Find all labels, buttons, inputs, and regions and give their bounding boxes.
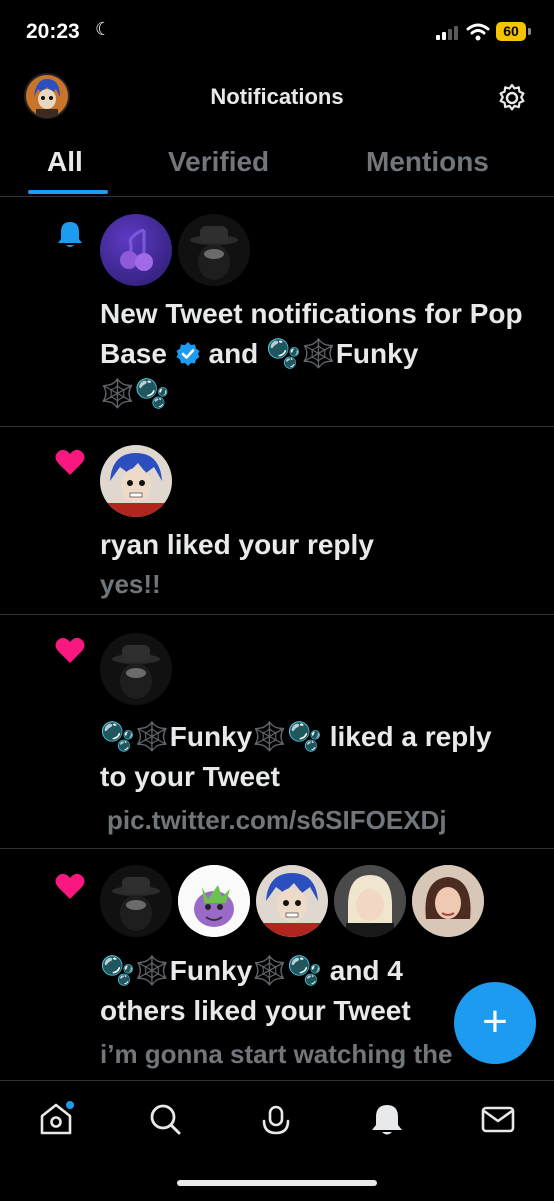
notification-text: ryan liked your reply	[100, 529, 374, 560]
home-icon[interactable]	[36, 1099, 76, 1139]
avatar-ryan[interactable]	[100, 445, 172, 517]
signal-icon	[436, 26, 458, 40]
bubbles-icon: 🫧	[287, 955, 322, 986]
battery-indicator: 60	[496, 22, 526, 41]
spider-web-icon: 🕸️	[300, 338, 336, 369]
avatar-funky[interactable]	[178, 214, 250, 286]
bubbles-icon: 🫧	[287, 721, 322, 752]
notification-item[interactable]: 🫧🕸️Funky🕸️🫧 liked a reply to your Tweet …	[0, 615, 554, 849]
bell-icon	[58, 222, 82, 247]
bubbles-icon: 🫧	[100, 955, 135, 986]
avatar-funky[interactable]	[100, 633, 172, 705]
notification-text: 🫧🕸️Funky🕸️🫧 liked a reply to your Tweet	[100, 721, 492, 792]
active-tab-indicator	[28, 190, 108, 194]
notification-preview-link[interactable]: pic.twitter.com/s6SIFOEXDj	[107, 805, 447, 836]
notification-preview: i’m gonna start watching the	[100, 1039, 453, 1069]
avatar-pop-base[interactable]	[100, 214, 172, 286]
heart-icon	[55, 637, 85, 663]
plus-icon: +	[482, 997, 508, 1046]
notifications-icon[interactable]	[367, 1099, 407, 1139]
avatar-user-2[interactable]	[178, 865, 250, 937]
messages-icon[interactable]	[478, 1099, 518, 1139]
moon-icon: ☾	[95, 19, 112, 39]
gear-icon[interactable]	[496, 82, 528, 114]
spider-web-icon: 🕸️	[134, 955, 170, 986]
spider-web-icon: 🕸️	[134, 721, 170, 752]
spider-web-icon: 🕸️	[252, 721, 288, 752]
status-bar: 20:23 ☾ 60	[0, 0, 554, 64]
notification-tabs: All Verified Mentions	[0, 138, 554, 197]
bubbles-icon: 🫧	[266, 338, 301, 369]
heart-icon	[55, 873, 85, 899]
bubbles-icon: 🫧	[134, 378, 170, 409]
verified-badge-icon	[176, 342, 200, 366]
notification-preview: yes!!	[100, 569, 161, 599]
compose-tweet-button[interactable]: +	[454, 982, 536, 1064]
wifi-icon	[466, 23, 490, 41]
page-title: Notifications	[210, 84, 344, 109]
notification-item[interactable]: ryan liked your reply yes!!	[0, 427, 554, 615]
battery-tip	[528, 28, 531, 35]
tab-verified[interactable]: Verified	[168, 146, 269, 178]
avatar-user-5[interactable]	[412, 865, 484, 937]
bubbles-icon: 🫧	[100, 721, 135, 752]
notification-item[interactable]: New Tweet notifications for Pop Base and…	[0, 196, 554, 427]
status-time: 20:23	[26, 20, 80, 43]
spider-web-icon: 🕸️	[252, 955, 288, 986]
tab-mentions[interactable]: Mentions	[366, 146, 489, 178]
notification-text: New Tweet notifications for Pop Base and…	[100, 298, 523, 409]
avatar-ryan[interactable]	[256, 865, 328, 937]
heart-icon	[55, 449, 85, 475]
search-icon[interactable]	[145, 1099, 185, 1139]
tab-all[interactable]: All	[47, 146, 83, 178]
spaces-icon[interactable]	[256, 1099, 296, 1139]
spider-web-icon: 🕸️	[100, 378, 135, 409]
home-indicator	[177, 1180, 377, 1186]
avatar-funky[interactable]	[100, 865, 172, 937]
avatar-user-4[interactable]	[334, 865, 406, 937]
